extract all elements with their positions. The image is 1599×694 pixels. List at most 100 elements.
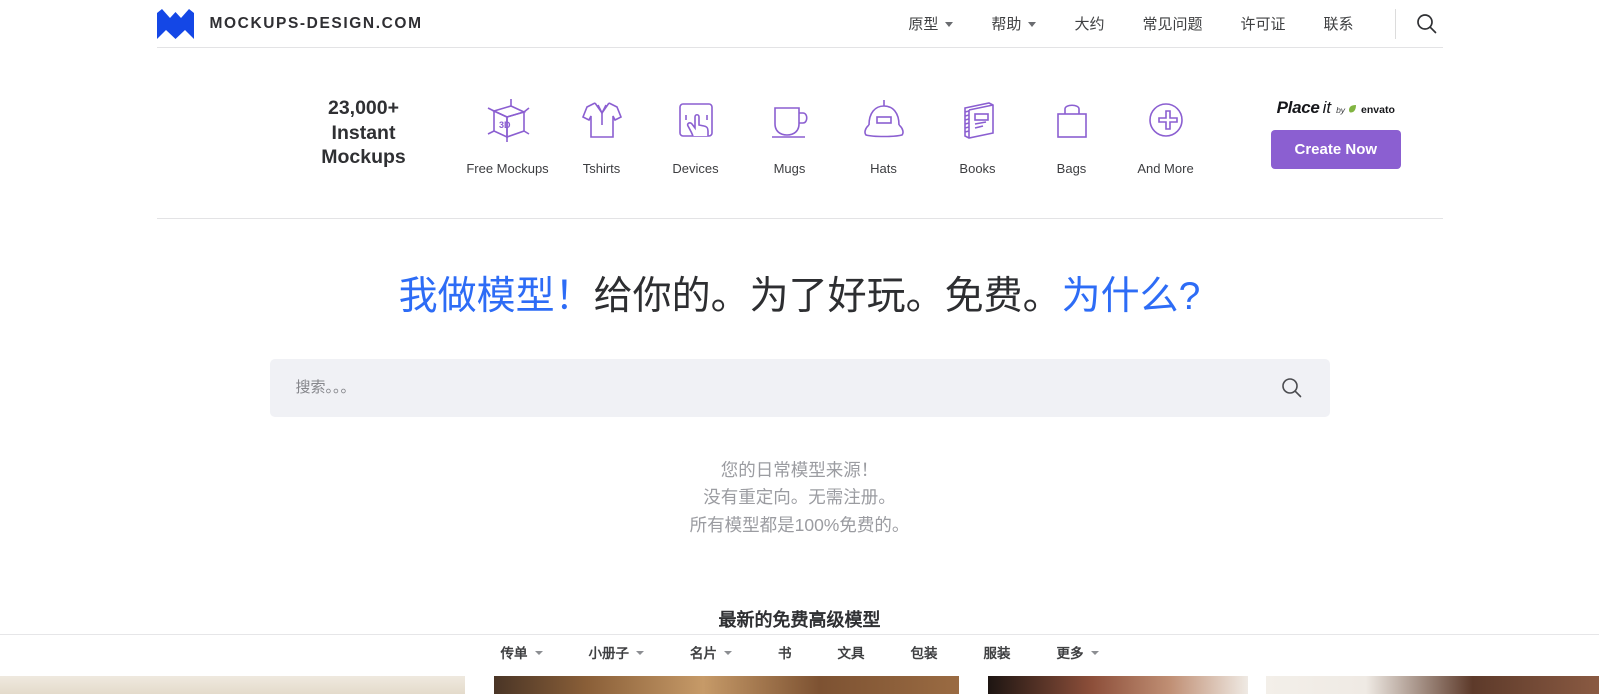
- cap-icon: [859, 91, 909, 149]
- nav-item-label: 帮助: [991, 13, 1021, 34]
- category-label: Bags: [1057, 161, 1087, 176]
- category-and-more[interactable]: And More: [1119, 91, 1213, 176]
- envato-leaf-icon: [1348, 98, 1357, 118]
- site-header: MOCKUPS-DESIGN.COM 原型 帮助 大约 常见问题 许可证 联系: [157, 0, 1443, 47]
- cube-3d-icon: 3D: [483, 91, 533, 149]
- hero-section: 我做模型！给你的。为了好玩。免费。为什么? 您的日常模型来源！ 没有重定向。无需…: [157, 219, 1443, 632]
- filter-item-6[interactable]: 服装: [961, 642, 1034, 662]
- headline-middle: 给你的。为了好玩。免费。: [594, 275, 1062, 318]
- placeit-by: by: [1336, 105, 1345, 115]
- tshirt-icon: [577, 91, 627, 149]
- filter-bar-container: 传单 小册子 名片 书 文具 包装 服装: [0, 634, 1599, 669]
- m-logo-icon: [157, 9, 194, 39]
- category-label: Devices: [672, 161, 718, 176]
- nav-item-label: 原型: [908, 13, 938, 34]
- thumbnail-item[interactable]: [0, 676, 465, 694]
- header-search-button[interactable]: [1410, 13, 1443, 34]
- page-title: 我做模型！给你的。为了好玩。免费。为什么?: [157, 274, 1443, 321]
- filter-item-3[interactable]: 书: [755, 642, 815, 662]
- nav-item-5[interactable]: 联系: [1304, 13, 1372, 34]
- hero-search-bar[interactable]: [270, 359, 1330, 417]
- filter-item-7[interactable]: 更多: [1034, 642, 1122, 662]
- filter-item-4[interactable]: 文具: [815, 642, 888, 662]
- nav-divider: [1395, 9, 1396, 39]
- category-bags[interactable]: Bags: [1025, 91, 1119, 176]
- headline-accent-end[interactable]: 为什么?: [1062, 275, 1201, 318]
- bag-icon: [1047, 91, 1097, 149]
- filter-item-5[interactable]: 包装: [888, 642, 961, 662]
- category-tshirts[interactable]: Tshirts: [555, 91, 649, 176]
- subtitle-line-2: 没有重定向。无需注册。: [157, 484, 1443, 512]
- promo-headline-line2: Instant: [289, 121, 439, 146]
- filter-label: 服装: [984, 642, 1011, 662]
- nav-item-0[interactable]: 原型: [889, 13, 972, 34]
- placeit-promo: Placeit by envato Create Now: [1271, 98, 1402, 169]
- nav-item-3[interactable]: 常见问题: [1123, 13, 1221, 34]
- nav-item-label: 联系: [1323, 13, 1353, 34]
- search-icon: [1416, 13, 1437, 34]
- page-root: MOCKUPS-DESIGN.COM 原型 帮助 大约 常见问题 许可证 联系: [0, 0, 1599, 694]
- headline-accent-start: 我做模型！: [399, 275, 594, 318]
- search-input[interactable]: [296, 379, 1279, 396]
- nav-item-label: 常见问题: [1142, 13, 1202, 34]
- category-hats[interactable]: Hats: [837, 91, 931, 176]
- category-label: Hats: [870, 161, 897, 176]
- subtitle-line-1: 您的日常模型来源！: [157, 457, 1443, 485]
- category-label: Tshirts: [583, 161, 621, 176]
- brand-name: MOCKUPS-DESIGN.COM: [210, 15, 423, 33]
- category-devices[interactable]: Devices: [649, 91, 743, 176]
- category-label: Books: [959, 161, 995, 176]
- chevron-down-icon: [724, 651, 732, 655]
- category-label: Free Mockups: [466, 161, 548, 176]
- mug-icon: [765, 91, 815, 149]
- placeit-envato: envato: [1361, 104, 1395, 116]
- placeit-word2: it: [1323, 98, 1332, 118]
- promo-headline-line3: Mockups: [289, 145, 439, 170]
- device-hand-icon: [671, 91, 721, 149]
- chevron-down-icon: [1028, 22, 1036, 27]
- search-submit-button[interactable]: [1279, 377, 1304, 398]
- nav-item-label: 大约: [1074, 13, 1104, 34]
- category-label: Mugs: [774, 161, 806, 176]
- thumbnail-item[interactable]: [1266, 676, 1599, 694]
- filter-label: 名片: [690, 642, 717, 662]
- filter-item-1[interactable]: 小册子: [566, 642, 668, 662]
- filter-bar: 传单 小册子 名片 书 文具 包装 服装: [157, 635, 1443, 669]
- filter-item-0[interactable]: 传单: [478, 642, 566, 662]
- filter-label: 书: [778, 642, 792, 662]
- placeit-word1: Place: [1277, 98, 1320, 118]
- category-list: 3D Free Mockups Tshirts: [461, 91, 1213, 176]
- svg-text:3D: 3D: [499, 120, 511, 130]
- main-nav: 原型 帮助 大约 常见问题 许可证 联系: [889, 9, 1442, 39]
- section-title: 最新的免费高级模型: [157, 606, 1443, 632]
- category-label: And More: [1137, 161, 1193, 176]
- category-books[interactable]: Books: [931, 91, 1025, 176]
- subtitle-line-3: 所有模型都是100%免费的。: [157, 512, 1443, 540]
- thumbnail-item[interactable]: [988, 676, 1248, 694]
- nav-item-2[interactable]: 大约: [1055, 13, 1123, 34]
- filter-label: 文具: [838, 642, 865, 662]
- filter-label: 更多: [1057, 642, 1084, 662]
- nav-item-4[interactable]: 许可证: [1221, 13, 1304, 34]
- placeit-logo[interactable]: Placeit by envato: [1277, 98, 1395, 118]
- promo-headline-line1: 23,000+: [289, 96, 439, 121]
- promo-headline: 23,000+ Instant Mockups: [289, 96, 439, 171]
- category-mugs[interactable]: Mugs: [743, 91, 837, 176]
- plus-circle-icon: [1141, 91, 1191, 149]
- book-icon: [953, 91, 1003, 149]
- chevron-down-icon: [945, 22, 953, 27]
- filter-label: 包装: [911, 642, 938, 662]
- category-free-mockups[interactable]: 3D Free Mockups: [461, 91, 555, 176]
- hero-subtitle: 您的日常模型来源！ 没有重定向。无需注册。 所有模型都是100%免费的。: [157, 457, 1443, 540]
- brand[interactable]: MOCKUPS-DESIGN.COM: [157, 9, 423, 39]
- mockup-thumbnail-row: [0, 676, 1599, 694]
- create-now-button[interactable]: Create Now: [1271, 130, 1402, 169]
- filter-item-2[interactable]: 名片: [667, 642, 755, 662]
- chevron-down-icon: [636, 651, 644, 655]
- nav-item-1[interactable]: 帮助: [972, 13, 1055, 34]
- thumbnail-item[interactable]: [494, 676, 959, 694]
- chevron-down-icon: [535, 651, 543, 655]
- search-icon: [1281, 377, 1302, 398]
- promo-strip: 23,000+ Instant Mockups 3D Free: [157, 48, 1443, 218]
- chevron-down-icon: [1091, 651, 1099, 655]
